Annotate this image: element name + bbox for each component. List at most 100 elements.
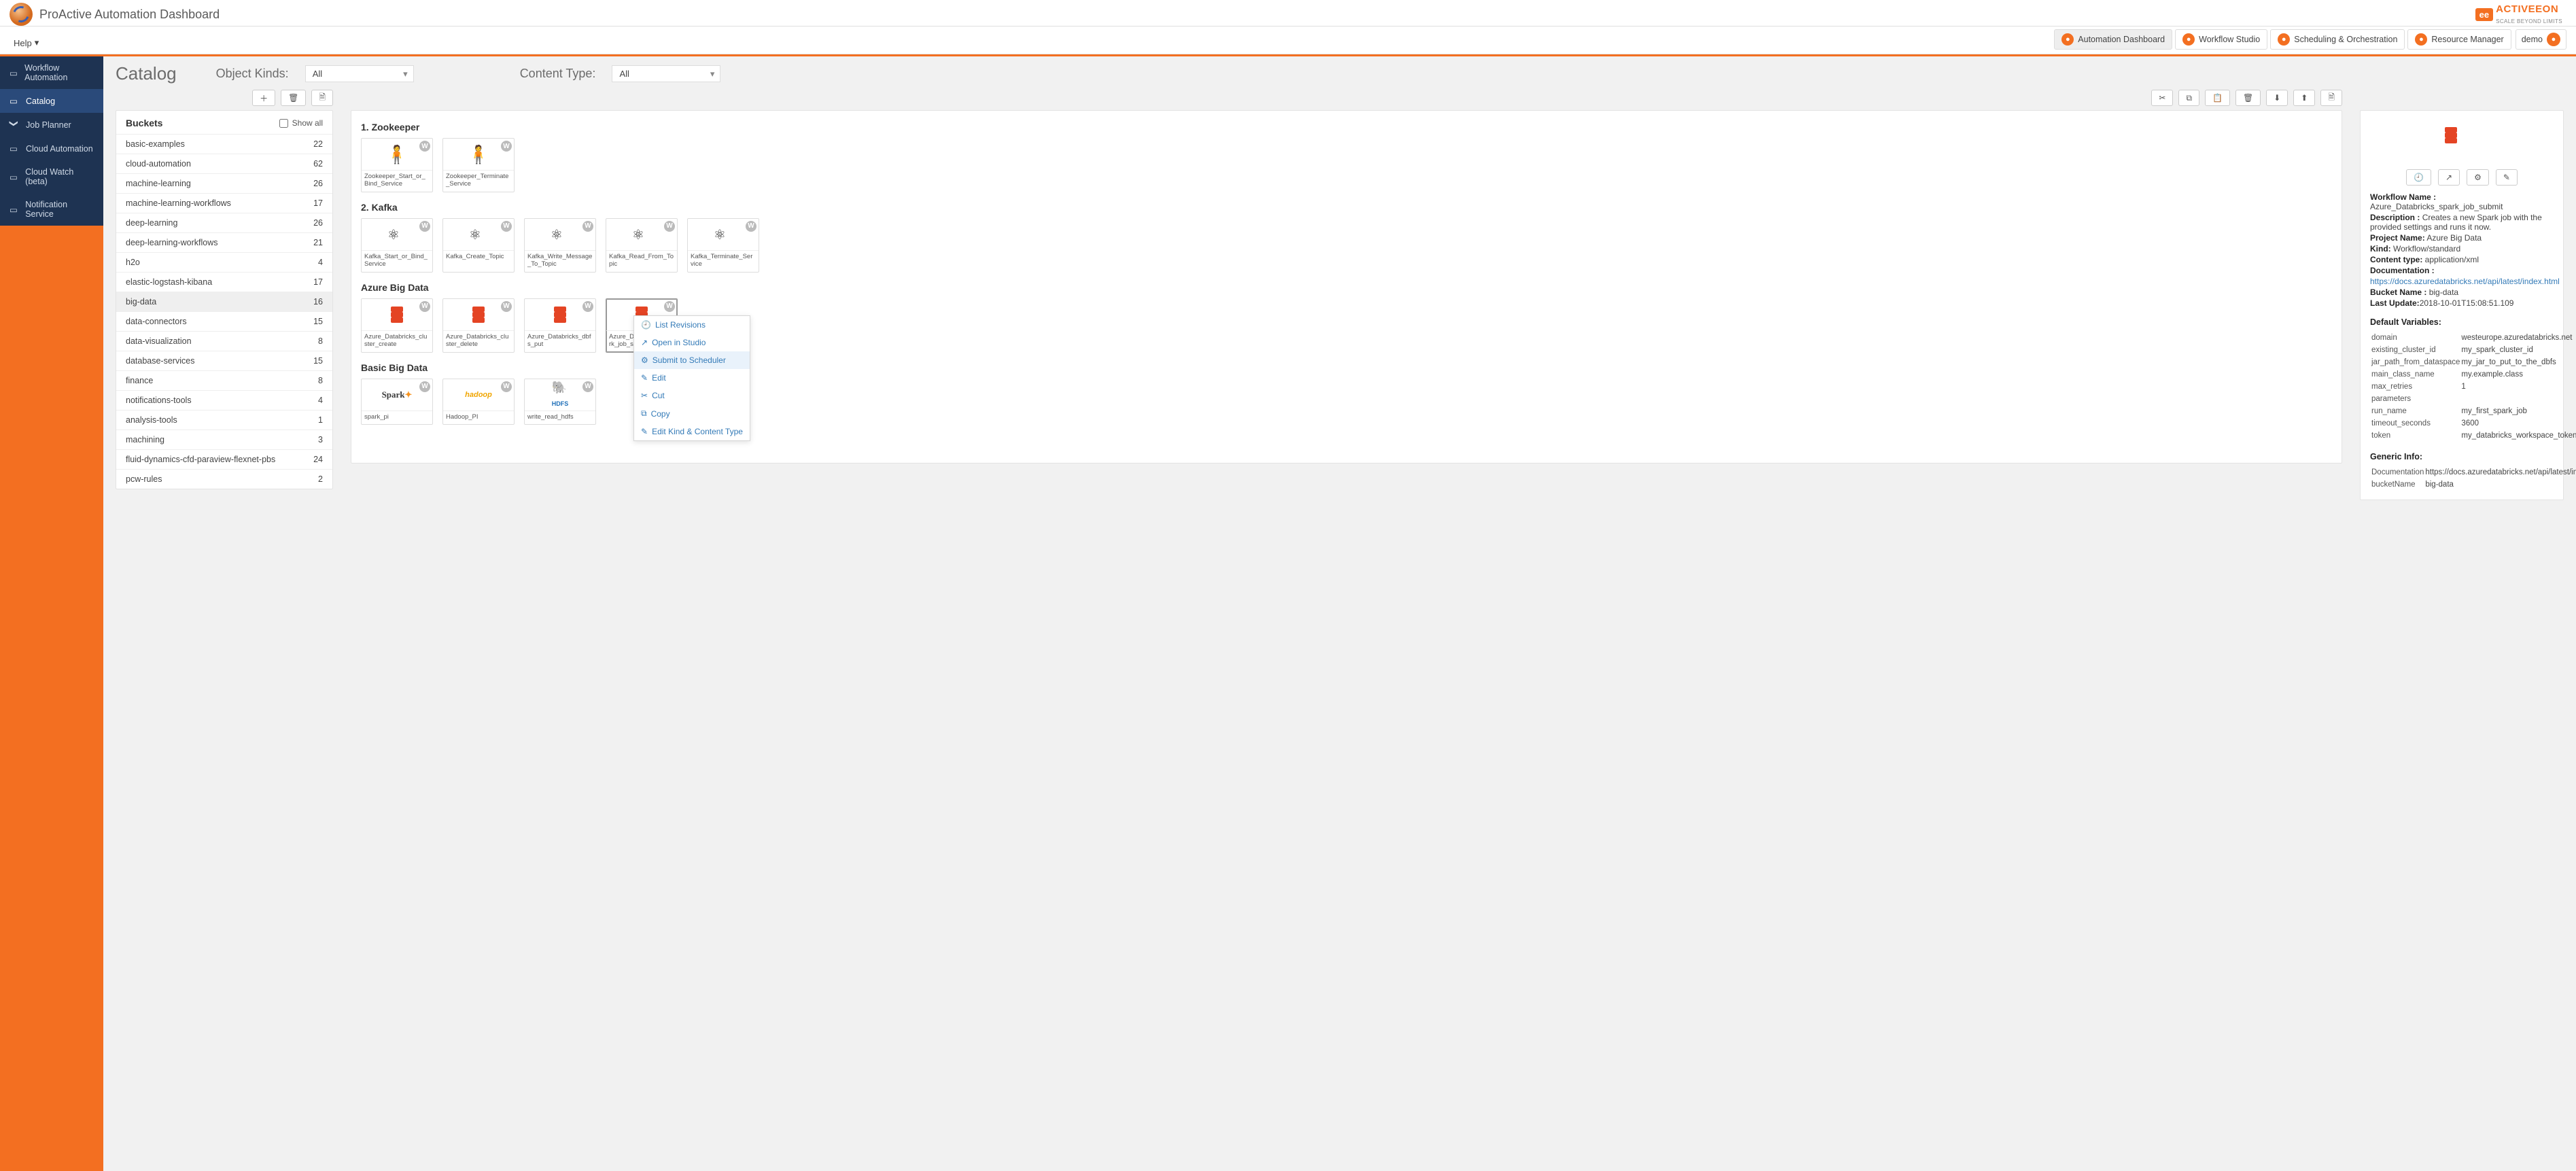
- ctx-icon: ✎: [641, 373, 648, 383]
- workflow-card[interactable]: WKafka_Terminate_Service: [687, 218, 759, 273]
- topnav-scheduling-orchestration[interactable]: ●Scheduling & Orchestration: [2270, 29, 2405, 50]
- sidebar-item-workflow-automation[interactable]: ▭Workflow Automation: [0, 56, 103, 89]
- detail-workflow-name: Azure_Databricks_spark_job_submit: [2370, 202, 2503, 211]
- bucket-row-deep-learning[interactable]: deep-learning26: [116, 213, 332, 232]
- obj-upload-button[interactable]: ⬆: [2293, 90, 2315, 106]
- topnav-resource-manager[interactable]: ●Resource Manager: [2407, 29, 2511, 50]
- ctx-icon: ⧉: [641, 408, 647, 419]
- sidebar-item-cloud-watch-beta-[interactable]: ▭Cloud Watch (beta): [0, 160, 103, 193]
- var-key: timeout_seconds: [2371, 418, 2460, 429]
- workflow-card[interactable]: W🐘HDFSwrite_read_hdfs: [524, 379, 596, 425]
- ctx-copy[interactable]: ⧉Copy: [634, 404, 750, 423]
- ctx-open-in-studio[interactable]: ↗Open in Studio: [634, 334, 750, 351]
- caret-down-icon: ▾: [35, 37, 39, 48]
- bucket-export-button[interactable]: 🗎: [311, 90, 333, 106]
- workflow-card[interactable]: WKafka_Create_Topic: [442, 218, 515, 273]
- var-value: 1: [2461, 381, 2576, 392]
- bucket-row-h2o[interactable]: h2o4: [116, 252, 332, 272]
- bucket-row-analysis-tools[interactable]: analysis-tools1: [116, 410, 332, 430]
- brand-logo: [10, 3, 33, 26]
- group-title: 1. Zookeeper: [361, 122, 2332, 133]
- workflow-badge-icon: W: [582, 301, 593, 312]
- user-chip[interactable]: demo ●: [2516, 29, 2566, 50]
- monitor-icon: ▭: [10, 172, 18, 182]
- workflow-card-label: Kafka_Terminate_Service: [688, 250, 759, 272]
- var-key: run_name: [2371, 406, 2460, 417]
- detail-doc-link[interactable]: https://docs.azuredatabricks.net/api/lat…: [2370, 277, 2560, 286]
- bucket-row-cloud-automation[interactable]: cloud-automation62: [116, 154, 332, 173]
- bucket-row-elastic-logstash-kibana[interactable]: elastic-logstash-kibana17: [116, 272, 332, 292]
- monitor-icon: ▭: [10, 205, 18, 215]
- sidebar-item-notification-service[interactable]: ▭Notification Service: [0, 193, 103, 226]
- content-type-select[interactable]: All: [612, 65, 720, 82]
- workflow-badge-icon: W: [419, 221, 430, 232]
- bucket-row-machining[interactable]: machining3: [116, 430, 332, 449]
- bucket-row-finance[interactable]: finance8: [116, 370, 332, 390]
- app-title: ProActive Automation Dashboard: [39, 7, 220, 22]
- monitor-icon: ▭: [10, 143, 19, 154]
- workflow-badge-icon: W: [582, 221, 593, 232]
- obj-export-button[interactable]: 🗎: [2320, 90, 2342, 106]
- bucket-row-machine-learning-workflows[interactable]: machine-learning-workflows17: [116, 193, 332, 213]
- bucket-row-basic-examples[interactable]: basic-examples22: [116, 134, 332, 154]
- detail-submit-button[interactable]: ⚙: [2467, 169, 2489, 186]
- obj-copy-button[interactable]: ⧉: [2178, 90, 2199, 106]
- ctx-icon: ⚙: [641, 355, 648, 365]
- workflow-card-label: Azure_Databricks_dbfs_put: [525, 330, 595, 352]
- bucket-delete-button[interactable]: 🗑: [281, 90, 306, 106]
- workflow-card[interactable]: WKafka_Write_Message_To_Topic: [524, 218, 596, 273]
- topnav-workflow-studio[interactable]: ●Workflow Studio: [2175, 29, 2267, 50]
- bucket-row-notifications-tools[interactable]: notifications-tools4: [116, 390, 332, 410]
- workflow-card[interactable]: WSpark✦spark_pi: [361, 379, 433, 425]
- workflow-card-label: write_read_hdfs: [525, 410, 595, 425]
- workflow-card-label: Kafka_Create_Topic: [443, 250, 514, 264]
- user-avatar-icon: ●: [2547, 33, 2560, 46]
- workflow-card[interactable]: WAzure_Databricks_cluster_delete: [442, 298, 515, 353]
- generic-info-heading: Generic Info:: [2370, 452, 2554, 461]
- obj-cut-button[interactable]: ✂: [2151, 90, 2173, 106]
- bucket-row-fluid-dynamics-cfd-paraview-flexnet-pbs[interactable]: fluid-dynamics-cfd-paraview-flexnet-pbs2…: [116, 449, 332, 469]
- detail-edit-button[interactable]: ✎: [2496, 169, 2518, 186]
- nav-icon: ●: [2415, 33, 2427, 46]
- detail-revisions-button[interactable]: 🕘: [2406, 169, 2431, 186]
- content-type-label: Content Type:: [520, 67, 596, 81]
- topnav-automation-dashboard[interactable]: ●Automation Dashboard: [2054, 29, 2172, 50]
- sidebar-item-catalog[interactable]: ▭Catalog: [0, 89, 103, 113]
- workflow-badge-icon: W: [582, 381, 593, 392]
- obj-delete-button[interactable]: 🗑: [2235, 90, 2261, 106]
- show-all-toggle[interactable]: Show all: [279, 118, 323, 128]
- ctx-icon: ↗: [641, 338, 648, 347]
- bucket-row-big-data[interactable]: big-data16: [116, 292, 332, 311]
- workflow-card[interactable]: WKafka_Read_From_Topic: [606, 218, 678, 273]
- var-key: existing_cluster_id: [2371, 345, 2460, 355]
- nav-icon: ●: [2061, 33, 2074, 46]
- bucket-add-button[interactable]: ＋: [252, 90, 275, 106]
- workflow-card[interactable]: W🧍Zookeeper_Start_or_Bind_Service: [361, 138, 433, 192]
- sidebar-item-job-planner[interactable]: ❯Job Planner: [0, 113, 103, 137]
- workflow-card[interactable]: WhadoopHadoop_PI: [442, 379, 515, 425]
- ctx-edit[interactable]: ✎Edit: [634, 369, 750, 387]
- workflow-card[interactable]: WKafka_Start_or_Bind_Service: [361, 218, 433, 273]
- workflow-card[interactable]: W🧍Zookeeper_Terminate_Service: [442, 138, 515, 192]
- bucket-row-database-services[interactable]: database-services15: [116, 351, 332, 370]
- ctx-edit-kind-content-type[interactable]: ✎Edit Kind & Content Type: [634, 423, 750, 440]
- help-menu[interactable]: Help▾: [10, 32, 43, 54]
- detail-open-button[interactable]: ↗: [2438, 169, 2460, 186]
- workflow-card[interactable]: W Azure_Databricks_dbfs_put: [524, 298, 596, 353]
- sidebar-item-cloud-automation[interactable]: ▭Cloud Automation: [0, 137, 103, 160]
- bucket-row-pcw-rules[interactable]: pcw-rules2: [116, 469, 332, 489]
- object-kinds-select[interactable]: All: [305, 65, 414, 82]
- bucket-row-deep-learning-workflows[interactable]: deep-learning-workflows21: [116, 232, 332, 252]
- workflow-card[interactable]: WAzure_Databricks_cluster_create: [361, 298, 433, 353]
- bucket-row-machine-learning[interactable]: machine-learning26: [116, 173, 332, 193]
- ctx-submit-to-scheduler[interactable]: ⚙Submit to Scheduler: [634, 351, 750, 369]
- nav-icon: ●: [2278, 33, 2290, 46]
- ctx-cut[interactable]: ✂Cut: [634, 387, 750, 404]
- workflow-badge-icon: W: [419, 381, 430, 392]
- obj-download-button[interactable]: ⬇: [2266, 90, 2288, 106]
- show-all-checkbox[interactable]: [279, 119, 288, 128]
- bucket-row-data-connectors[interactable]: data-connectors15: [116, 311, 332, 331]
- bucket-row-data-visualization[interactable]: data-visualization8: [116, 331, 332, 351]
- obj-paste-button[interactable]: 📋: [2205, 90, 2230, 106]
- ctx-list-revisions[interactable]: 🕘List Revisions: [634, 316, 750, 334]
